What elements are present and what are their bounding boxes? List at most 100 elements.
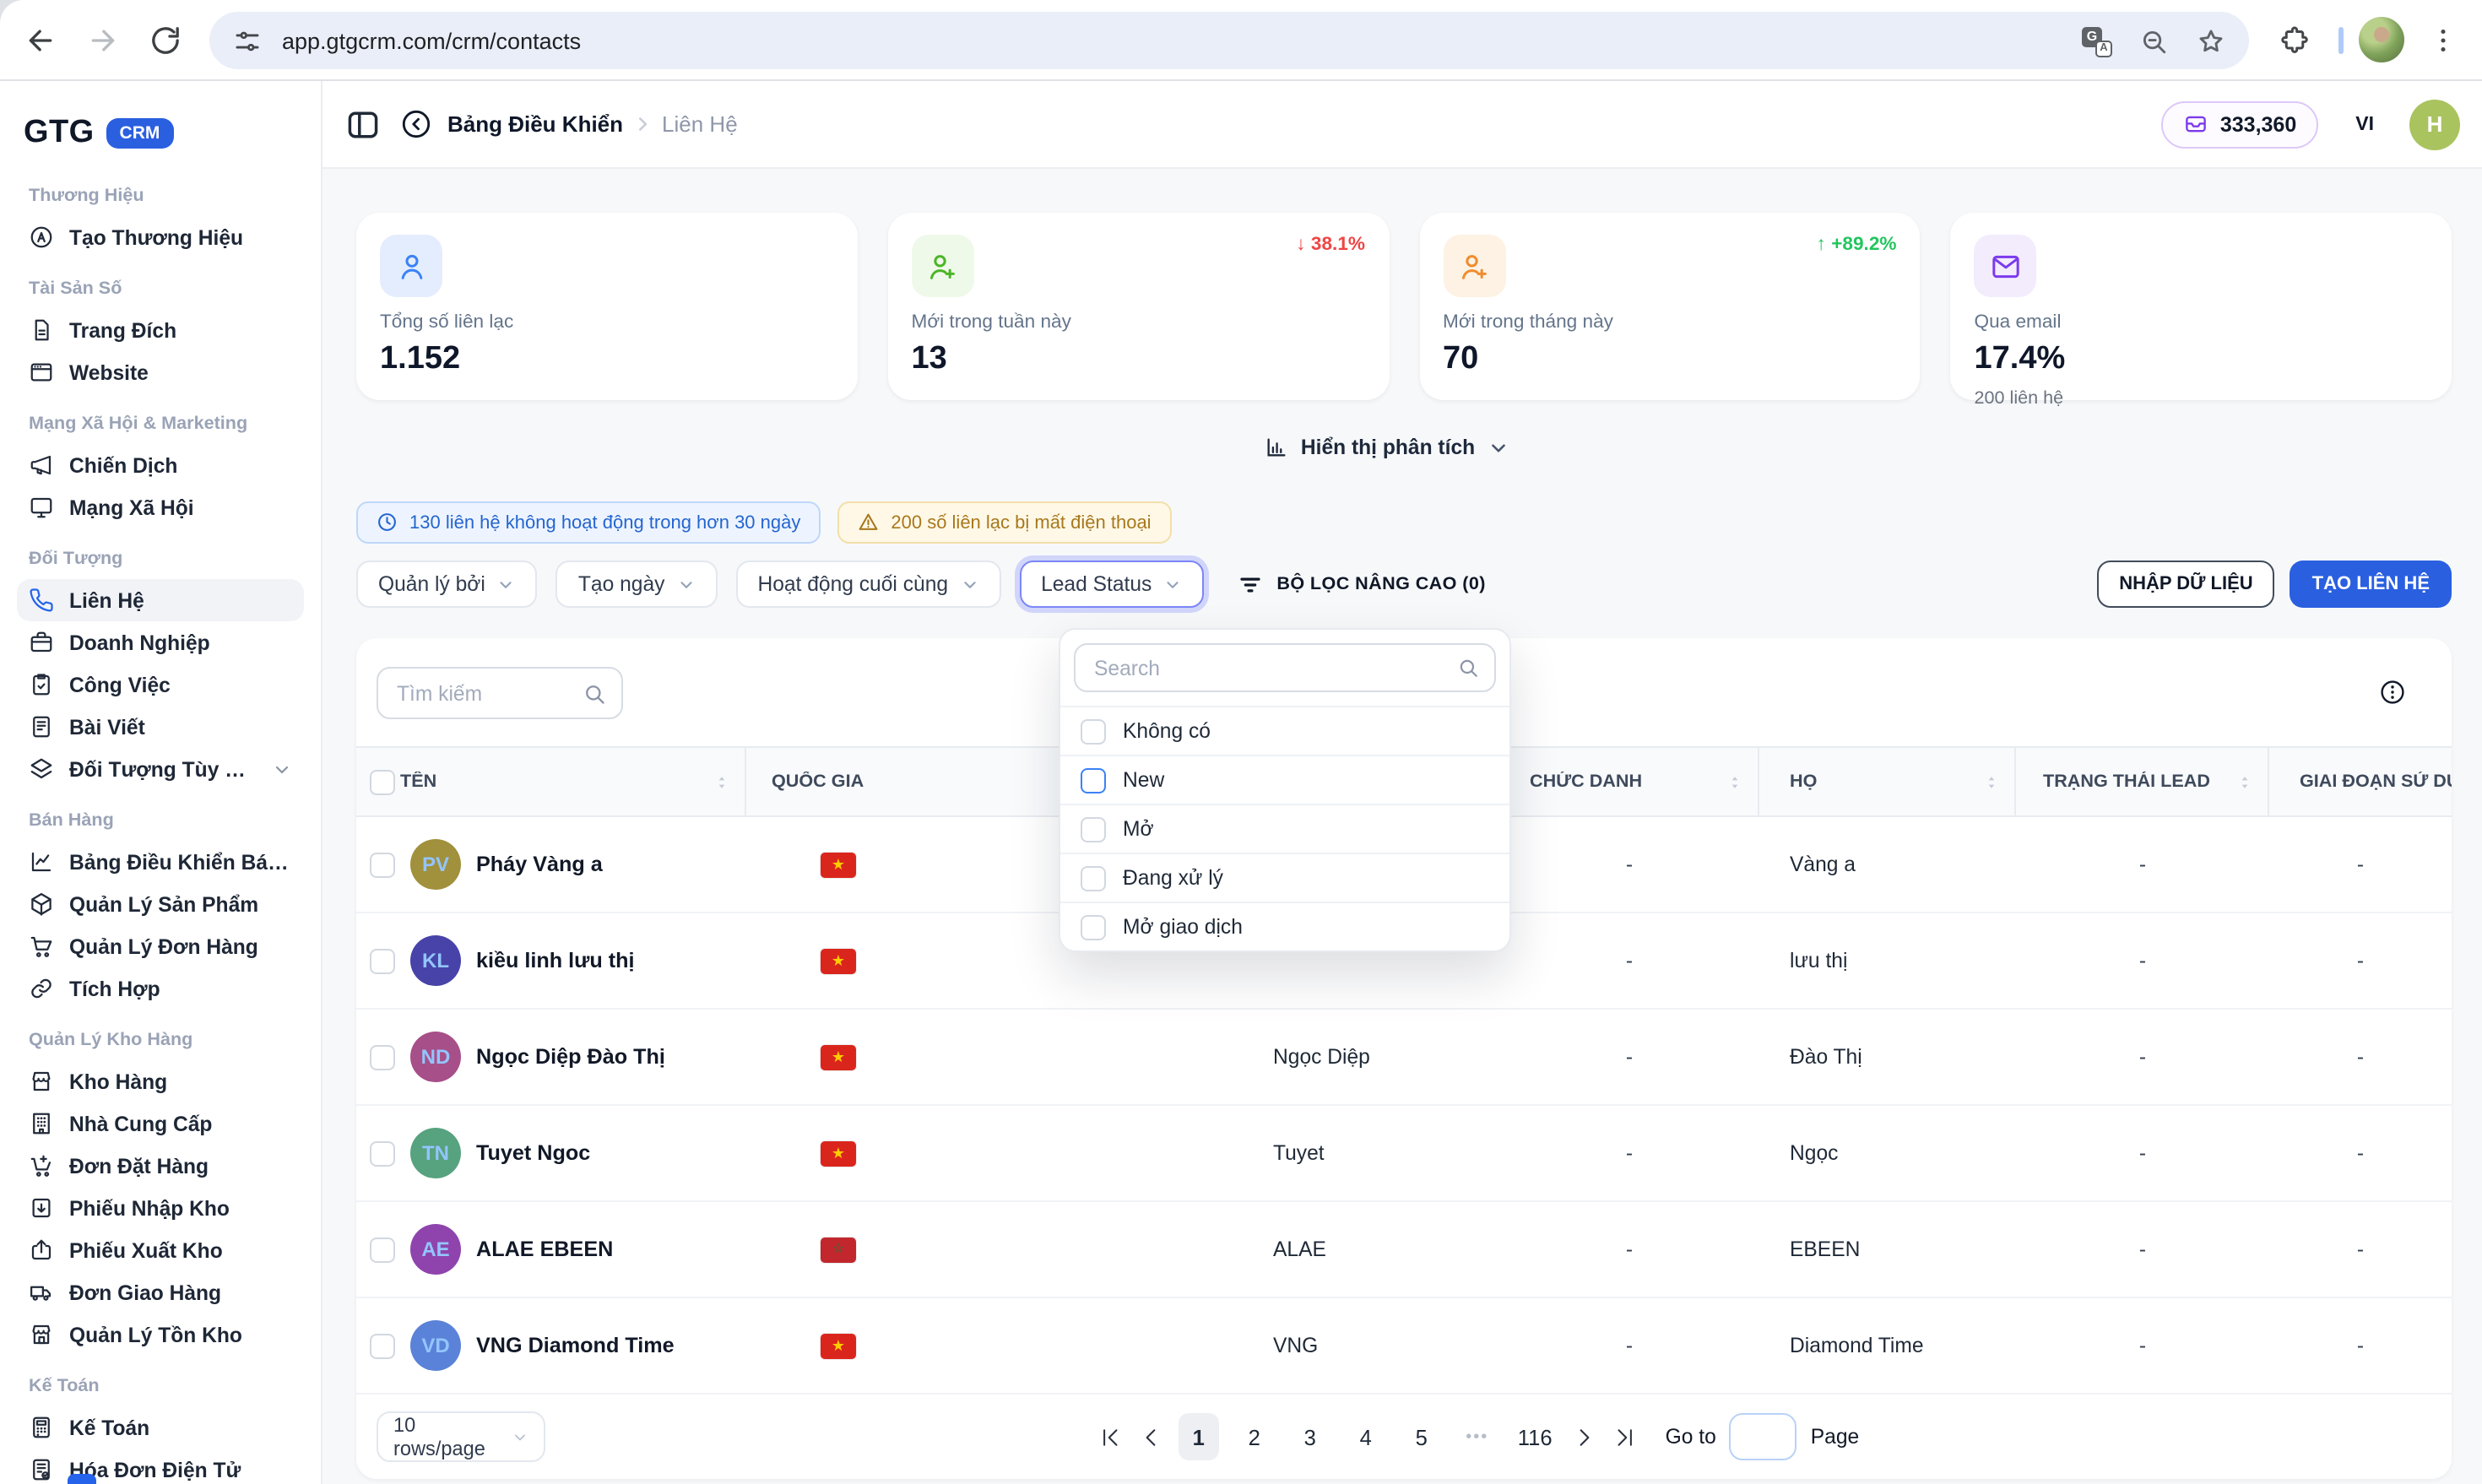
table-search[interactable] <box>377 667 623 719</box>
browser-reload-icon[interactable] <box>149 24 182 57</box>
dropdown-option[interactable]: New <box>1060 755 1509 804</box>
advanced-filter-button[interactable]: BỘ LỌC NÂNG CAO (0) <box>1238 571 1486 597</box>
option-checkbox[interactable] <box>1081 718 1106 744</box>
sidebar-item[interactable]: Kho Hàng <box>17 1060 304 1102</box>
sidebar-item[interactable]: Hóa Đơn Điện Tử <box>17 1449 304 1484</box>
zoom-out-icon[interactable] <box>2139 26 2168 55</box>
address-bar[interactable]: app.gtgcrm.com/crm/contacts GA <box>209 12 2249 69</box>
url-text[interactable]: app.gtgcrm.com/crm/contacts <box>282 28 2082 53</box>
page-number[interactable]: 116 <box>1513 1413 1558 1460</box>
sidebar-item[interactable]: Chiến Dịch <box>17 444 304 486</box>
contact-name[interactable]: Ngọc Diệp Đào Thị <box>476 1045 665 1069</box>
filter-dropdown-button[interactable]: Quản lý bởi <box>356 561 538 608</box>
rows-per-page-select[interactable]: 10 rows/page <box>377 1411 545 1462</box>
option-checkbox[interactable] <box>1081 816 1106 842</box>
sidebar-item[interactable]: Kế Toán <box>17 1406 304 1449</box>
row-checkbox[interactable] <box>370 1044 395 1070</box>
sidebar-item[interactable]: Doanh Nghiệp <box>17 621 304 663</box>
sidebar-item[interactable]: Tích Hợp <box>17 967 304 1010</box>
page-number[interactable]: 3 <box>1290 1413 1330 1460</box>
page-number[interactable]: 1 <box>1179 1413 1219 1460</box>
option-checkbox[interactable] <box>1081 767 1106 793</box>
column-header[interactable]: TRẠNG THÁI LEAD <box>2016 748 2269 815</box>
dropdown-search[interactable] <box>1074 643 1496 692</box>
sidebar-toggle-icon[interactable] <box>344 106 382 143</box>
breadcrumb-back-icon[interactable] <box>400 108 432 140</box>
browser-back-icon[interactable] <box>24 24 57 57</box>
translate-icon[interactable]: GA <box>2082 26 2111 55</box>
select-all-checkbox[interactable] <box>370 769 395 794</box>
table-row[interactable]: AEALAE EBEEN☆ALAE-EBEEN-- <box>356 1202 2452 1298</box>
page-number[interactable]: 4 <box>1346 1413 1386 1460</box>
import-data-button[interactable]: NHẬP DỮ LIỆU <box>2097 561 2274 608</box>
filter-dropdown-button[interactable]: Hoạt động cuối cùng <box>735 561 1000 608</box>
sidebar-item[interactable]: Công Việc <box>17 663 304 706</box>
alert-badge-warning[interactable]: 200 số liên lạc bị mất điện thoại <box>837 501 1171 544</box>
credits-pill[interactable]: 333,360 <box>2161 100 2318 148</box>
column-header[interactable]: HỌ <box>1759 748 2016 815</box>
page-number[interactable]: 5 <box>1401 1413 1442 1460</box>
goto-page-input[interactable] <box>1730 1413 1797 1460</box>
dropdown-option[interactable]: Mở <box>1060 804 1509 853</box>
last-page-icon[interactable] <box>1613 1424 1639 1449</box>
contact-name[interactable]: Pháy Vàng a <box>476 853 603 876</box>
prev-page-icon[interactable] <box>1138 1424 1163 1449</box>
sidebar-item[interactable]: Bảng Điều Khiển Bán H... <box>17 841 304 883</box>
language-switch[interactable]: VI <box>2355 114 2374 134</box>
sidebar-item[interactable]: Quản Lý Tồn Kho <box>17 1313 304 1356</box>
column-header[interactable]: GIAI ĐOẠN SỬ DỤN <box>2269 748 2452 815</box>
table-search-input[interactable] <box>393 680 583 707</box>
sidebar-item[interactable]: Bài Viết <box>17 706 304 748</box>
table-row[interactable]: NDNgọc Diệp Đào Thị★Ngọc Diệp-Đào Thị-- <box>356 1010 2452 1106</box>
contact-name[interactable]: VNG Diamond Time <box>476 1334 675 1357</box>
row-checkbox[interactable] <box>370 1237 395 1262</box>
next-page-icon[interactable] <box>1573 1424 1598 1449</box>
sidebar-item[interactable]: Quản Lý Sản Phẩm <box>17 883 304 925</box>
contact-name[interactable]: kiều linh lưu thị <box>476 949 635 972</box>
table-row[interactable]: VDVNG Diamond Time★VNG-Diamond Time-- <box>356 1298 2452 1395</box>
site-settings-icon[interactable] <box>233 26 262 55</box>
table-options-icon[interactable] <box>2379 679 2406 706</box>
filter-dropdown-button[interactable]: Lead Status <box>1019 561 1204 608</box>
create-contact-button[interactable]: TẠO LIÊN HỆ <box>2290 561 2452 608</box>
sidebar-item[interactable]: Mạng Xã Hội <box>17 486 304 528</box>
contact-name[interactable]: ALAE EBEEN <box>476 1238 613 1261</box>
option-checkbox[interactable] <box>1081 914 1106 940</box>
column-header[interactable]: CHỨC DANH <box>1499 748 1759 815</box>
dropdown-search-input[interactable] <box>1091 654 1457 681</box>
extensions-icon[interactable] <box>2279 25 2310 56</box>
row-checkbox[interactable] <box>370 948 395 973</box>
sidebar-item[interactable]: Tạo Thương Hiệu <box>17 216 304 258</box>
contact-name[interactable]: Tuyet Ngoc <box>476 1141 590 1165</box>
alert-badge-info[interactable]: 130 liên hệ không hoạt động trong hơn 30… <box>356 501 821 544</box>
sidebar-item[interactable]: Đơn Đặt Hàng <box>17 1145 304 1187</box>
sidebar-item[interactable]: Liên Hệ <box>17 579 304 621</box>
row-checkbox[interactable] <box>370 852 395 877</box>
analytics-toggle[interactable]: Hiển thị phân tích <box>322 436 2452 459</box>
dropdown-option[interactable]: Không có <box>1060 706 1509 755</box>
option-checkbox[interactable] <box>1081 865 1106 891</box>
row-checkbox[interactable] <box>370 1333 395 1358</box>
sidebar-item[interactable]: Đơn Giao Hàng <box>17 1271 304 1313</box>
table-row[interactable]: TNTuyet Ngoc★Tuyet-Ngọc-- <box>356 1106 2452 1202</box>
row-checkbox[interactable] <box>370 1140 395 1166</box>
page-number[interactable]: 2 <box>1234 1413 1275 1460</box>
sidebar-item[interactable]: Quản Lý Đơn Hàng <box>17 925 304 967</box>
breadcrumb-dashboard[interactable]: Bảng Điều Khiển <box>447 111 623 137</box>
first-page-icon[interactable] <box>1097 1424 1123 1449</box>
sidebar-item[interactable]: Nhà Cung Cấp <box>17 1102 304 1145</box>
app-logo[interactable]: GTG CRM <box>17 81 304 165</box>
browser-forward-icon[interactable] <box>86 24 120 57</box>
browser-profile-avatar[interactable] <box>2359 17 2404 62</box>
dropdown-option[interactable]: Mở giao dịch <box>1060 902 1509 951</box>
filter-dropdown-button[interactable]: Tạo ngày <box>556 561 718 608</box>
sidebar-item[interactable]: Đối Tượng Tùy Chỉnh <box>17 748 304 790</box>
sidebar-item[interactable]: Trang Đích <box>17 309 304 351</box>
sidebar-item[interactable]: Phiếu Xuất Kho <box>17 1229 304 1271</box>
sidebar-item[interactable]: Phiếu Nhập Kho <box>17 1187 304 1229</box>
bookmark-star-icon[interactable] <box>2197 26 2225 55</box>
dropdown-option[interactable]: Đang xử lý <box>1060 853 1509 902</box>
column-header[interactable]: TÊN <box>400 748 746 815</box>
sidebar-item[interactable]: Website <box>17 351 304 393</box>
browser-menu-icon[interactable] <box>2428 24 2458 57</box>
